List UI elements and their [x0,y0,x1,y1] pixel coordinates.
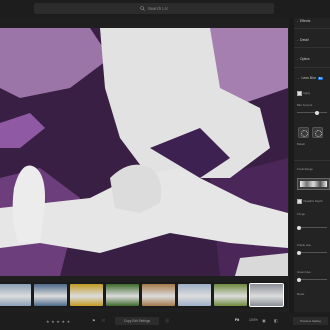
before-after-icon[interactable]: ◧ [274,318,278,323]
slider-knob[interactable] [297,250,301,255]
filmstrip-thumb[interactable] [0,284,31,306]
search-placeholder: Search Lrc [147,6,169,11]
filmstrip-thumb[interactable] [34,284,67,306]
previous-setting-button[interactable]: Previous Setting [293,317,328,325]
green-hue-label: Green Hue [297,270,311,274]
search-icon [140,6,145,11]
top-bar: Search Lrc [0,0,330,18]
bokeh-bubble-option[interactable] [312,127,323,138]
chevron-down-icon: ⌄ [297,76,300,80]
green-hue-slider[interactable] [297,277,327,282]
slider-knob[interactable] [315,110,319,115]
zoom-level[interactable]: 100% [249,318,258,322]
focal-range-graph[interactable] [297,178,330,190]
section-lens-blur[interactable]: ⌄ Lens Blur EA [297,76,324,80]
section-optics[interactable]: › Optics [297,57,310,61]
visualize-depth-checkbox[interactable]: Visualize Depth [297,199,322,204]
divider [294,47,330,48]
search-field[interactable]: Search Lrc [34,3,274,14]
checkbox-icon [297,199,302,204]
filmstrip-thumb[interactable] [106,284,139,306]
purple-hue-label: Purple Hue [297,243,311,247]
checkbox-icon [297,91,302,96]
filmstrip-thumb[interactable] [142,284,175,306]
flag-icon[interactable]: ⚑ [92,318,96,323]
reset-link[interactable]: Reset [297,292,304,296]
fringe-label: Fringe [297,212,305,216]
reject-flag-icon[interactable]: ⚐ [102,318,106,323]
slider-knob[interactable] [297,277,301,282]
divider [294,160,330,161]
rating-stars[interactable]: ★★★★★ [46,319,72,324]
photo-canvas[interactable] [0,28,288,276]
section-detail[interactable]: › Detail [297,38,309,42]
filmstrip-thumb[interactable] [249,283,284,307]
chevron-right-icon: › [297,57,298,61]
early-access-badge: EA [317,76,324,80]
focal-range-preview [300,181,327,187]
panel-tool-strip [289,18,294,318]
chevron-right-icon: › [297,19,298,23]
bokeh-circle-option[interactable] [298,127,309,138]
depth-visualization-image [0,28,288,276]
filmstrip-thumb[interactable] [70,284,103,306]
blur-amount-slider[interactable] [297,110,327,115]
bokeh-label: Bokeh [297,142,305,146]
focal-range-label: Focal Range [297,167,313,171]
purple-hue-slider[interactable] [297,250,327,255]
blur-amount-label: Blur Amount [297,103,313,107]
filmstrip-thumb[interactable] [178,284,211,306]
filmstrip-thumb[interactable] [214,284,247,306]
divider [294,28,330,29]
divider [294,67,330,68]
slider-knob[interactable] [297,225,301,230]
info-icon[interactable]: ⓘ [165,318,169,324]
fit-button[interactable]: Fit [235,318,239,322]
apply-checkbox[interactable]: Apply [297,91,310,96]
section-effects[interactable]: › Effects [297,19,310,23]
fringe-slider[interactable] [297,225,327,230]
compare-view-icon[interactable]: ▣ [262,318,266,323]
copy-edit-settings-button[interactable]: Copy Edit Settings [115,317,159,325]
chevron-right-icon: › [297,38,298,42]
